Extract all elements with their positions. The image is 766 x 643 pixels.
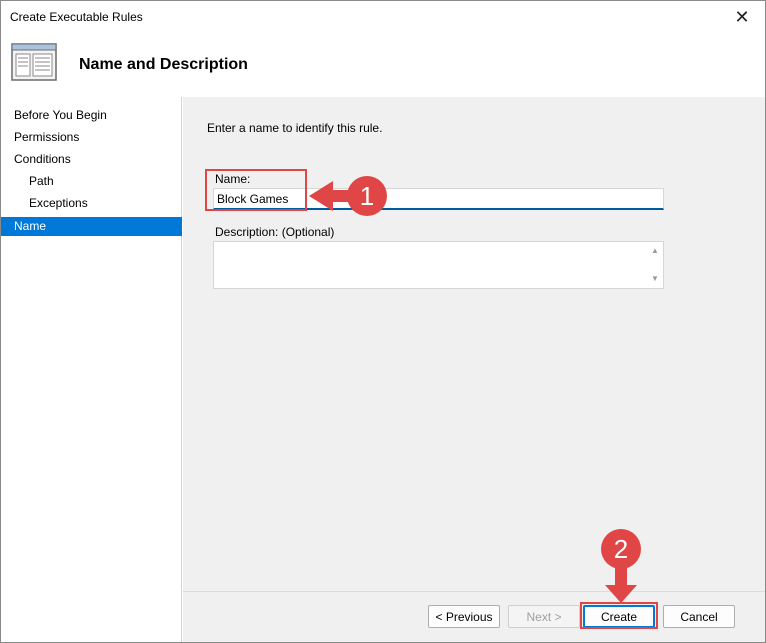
wizard-footer: < Previous Next > Create Cancel <box>183 591 765 642</box>
title-bar: Create Executable Rules ✕ <box>1 1 765 33</box>
cancel-button[interactable]: Cancel <box>663 605 735 628</box>
annotation-step-1-badge: 1 <box>347 176 387 216</box>
window-title: Create Executable Rules <box>10 10 143 24</box>
close-icon: ✕ <box>734 6 750 27</box>
scroll-down-arrow-icon[interactable]: ▼ <box>649 274 661 284</box>
page-title: Name and Description <box>79 56 248 73</box>
wizard-steps-sidebar: Before You Begin Permissions Conditions … <box>1 97 182 642</box>
wizard-header: Name and Description <box>1 33 765 96</box>
sidebar-item-permissions[interactable]: Permissions <box>1 128 182 147</box>
create-button[interactable]: Create <box>583 605 655 628</box>
wizard-content: Enter a name to identify this rule. Name… <box>183 97 765 591</box>
previous-button[interactable]: < Previous <box>428 605 500 628</box>
close-button[interactable]: ✕ <box>719 1 765 33</box>
name-input[interactable] <box>213 188 664 210</box>
description-box: ▲ ▼ <box>213 241 664 289</box>
create-executable-rules-dialog: Create Executable Rules ✕ Name and Descr… <box>0 0 766 643</box>
sidebar-item-path[interactable]: Path <box>1 172 182 191</box>
description-input[interactable] <box>214 242 648 288</box>
next-button[interactable]: Next > <box>508 605 580 628</box>
intro-text: Enter a name to identify this rule. <box>207 121 383 135</box>
sidebar-item-before-you-begin[interactable]: Before You Begin <box>1 106 182 125</box>
annotation-arrow-down-icon <box>605 567 637 603</box>
description-label: Description: (Optional) <box>215 225 335 239</box>
wizard-page-icon <box>11 43 57 81</box>
sidebar-item-name[interactable]: Name <box>1 217 182 236</box>
name-label: Name: <box>215 172 251 186</box>
scroll-up-arrow-icon[interactable]: ▲ <box>649 246 661 256</box>
sidebar-item-conditions[interactable]: Conditions <box>1 150 182 169</box>
annotation-step-2-badge: 2 <box>601 529 641 569</box>
sidebar-item-exceptions[interactable]: Exceptions <box>1 194 182 213</box>
